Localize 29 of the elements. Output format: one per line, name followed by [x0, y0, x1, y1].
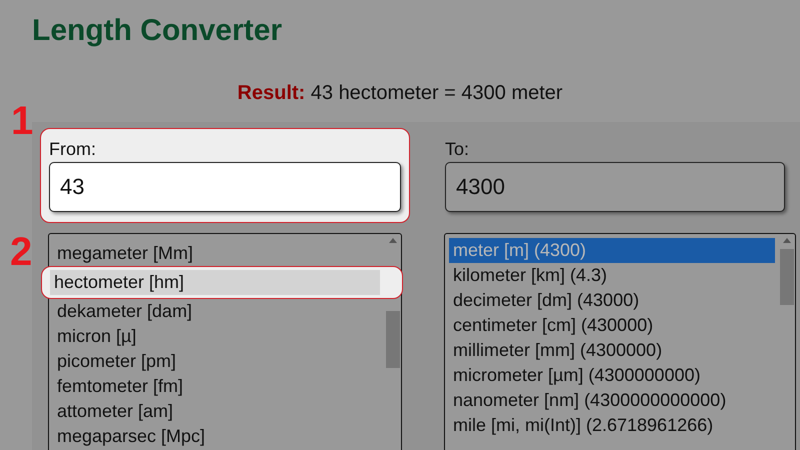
unit-option[interactable]: micrometer [µm] (4300000000): [449, 363, 775, 388]
scrollbar-thumb[interactable]: [386, 311, 400, 368]
result-text: Result: 43 hectometer = 4300 meter: [237, 82, 563, 104]
unit-option[interactable]: megameter [Mm]: [53, 241, 381, 266]
from-label: From:: [49, 139, 96, 160]
from-input[interactable]: 43: [49, 162, 401, 212]
unit-option[interactable]: meter [m] (4300): [449, 238, 775, 263]
unit-option[interactable]: kilometer [km] (4.3): [449, 263, 775, 288]
unit-option[interactable]: megaparsec [Mpc]: [53, 424, 381, 449]
unit-option[interactable]: mile [mi, mi(Int)] (2.6718961266): [449, 413, 775, 438]
unit-option[interactable]: hectometer [hm]: [50, 270, 380, 295]
unit-option[interactable]: micron [µ]: [53, 324, 381, 349]
unit-option[interactable]: decimeter [dm] (43000): [449, 288, 775, 313]
scroll-up-icon[interactable]: [389, 238, 397, 243]
unit-option[interactable]: femtometer [fm]: [53, 374, 381, 399]
unit-option[interactable]: millimeter [mm] (4300000): [449, 338, 775, 363]
unit-option[interactable]: centimeter [cm] (430000): [449, 313, 775, 338]
scroll-up-icon[interactable]: [783, 238, 791, 243]
unit-option[interactable]: dekameter [dam]: [53, 299, 381, 324]
step-number: 2: [10, 232, 32, 272]
to-input[interactable]: 4300: [445, 162, 785, 212]
step-number: 1: [11, 101, 34, 141]
scrollbar-thumb[interactable]: [780, 249, 794, 305]
page-title: Length Converter: [32, 13, 284, 49]
to-unit-list[interactable]: [444, 233, 796, 450]
unit-option[interactable]: picometer [pm]: [53, 349, 381, 374]
unit-option[interactable]: nanometer [nm] (4300000000000): [449, 388, 775, 413]
to-label: To:: [445, 139, 470, 160]
unit-option[interactable]: attometer [am]: [53, 399, 381, 424]
